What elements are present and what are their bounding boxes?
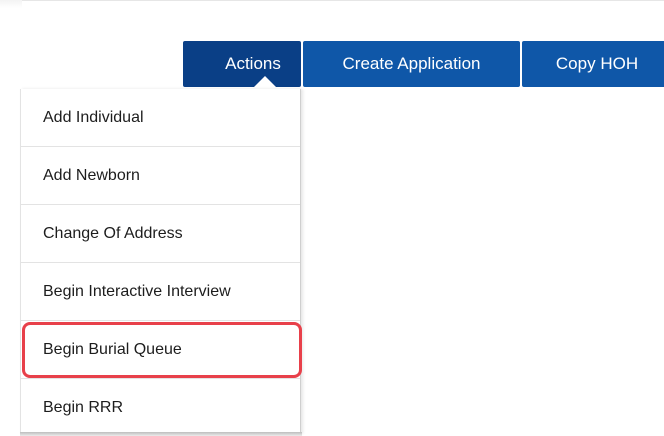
action-toolbar: Actions Create Application Copy HOH [183,41,664,88]
menu-item-label: Add Individual [43,108,144,126]
menu-item-begin-rrr[interactable]: Begin RRR [21,379,300,436]
top-divider [0,0,664,1]
menu-item-begin-burial-queue[interactable]: Begin Burial Queue [21,321,300,379]
create-application-label: Create Application [342,54,481,73]
dropdown-caret-icon [253,76,277,88]
menu-item-label: Change Of Address [43,224,183,242]
screen: Actions Create Application Copy HOH Add … [0,0,664,436]
copy-hoh-label: Copy HOH [555,54,639,73]
actions-button-label: Actions [225,54,281,73]
create-application-button[interactable]: Create Application [303,41,520,87]
menu-item-label: Begin Burial Queue [43,340,182,358]
menu-item-add-newborn[interactable]: Add Newborn [21,147,300,205]
menu-item-change-of-address[interactable]: Change Of Address [21,205,300,263]
menu-item-begin-interactive-interview[interactable]: Begin Interactive Interview [21,263,300,321]
menu-item-label: Add Newborn [43,166,140,184]
menu-item-label: Begin Interactive Interview [43,282,231,300]
menu-item-label: Begin RRR [43,399,124,416]
top-shadow [0,0,22,8]
actions-dropdown-menu: Add Individual Add Newborn Change Of Add… [20,89,301,434]
copy-hoh-button[interactable]: Copy HOH [522,41,664,87]
actions-button[interactable]: Actions [183,41,301,88]
menu-item-add-individual[interactable]: Add Individual [21,89,300,147]
menu-bottom-shadow [20,432,302,436]
